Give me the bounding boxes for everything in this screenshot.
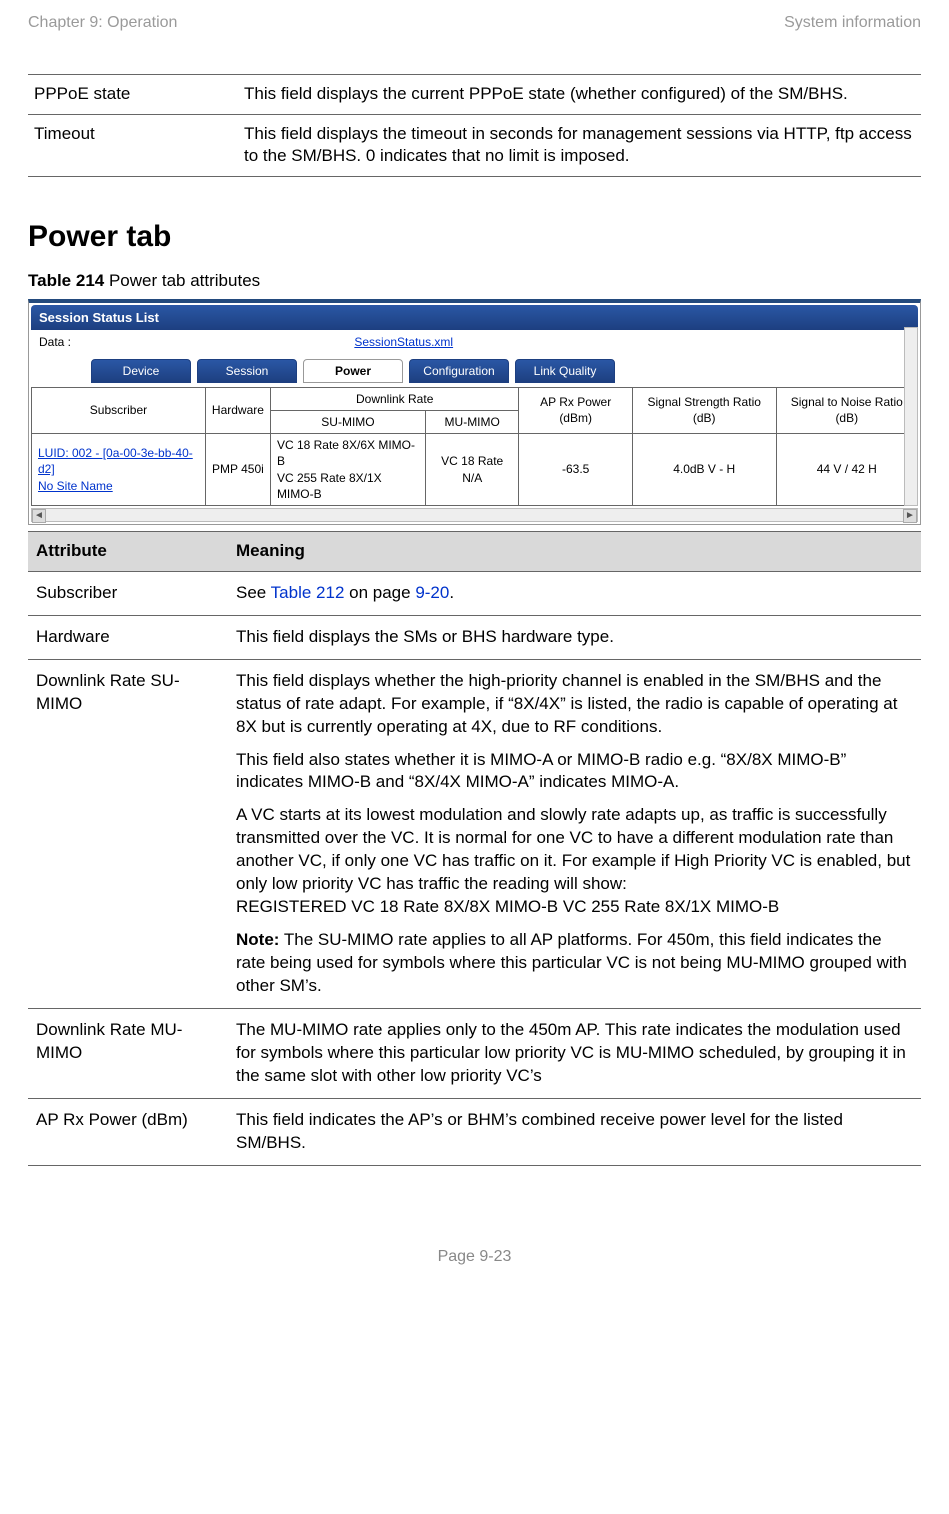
cell-ap-rx: -63.5 bbox=[519, 434, 632, 506]
attr-label: AP Rx Power (dBm) bbox=[28, 1098, 228, 1165]
paragraph: This field displays whether the high-pri… bbox=[236, 670, 913, 739]
scroll-right-icon[interactable]: ► bbox=[903, 509, 917, 523]
tab-device[interactable]: Device bbox=[91, 359, 191, 383]
attr-label: Subscriber bbox=[28, 571, 228, 615]
tab-configuration[interactable]: Configuration bbox=[409, 359, 509, 383]
table-row: Timeout This field displays the timeout … bbox=[28, 114, 921, 177]
tab-session[interactable]: Session bbox=[197, 359, 297, 383]
attr-meaning: The MU-MIMO rate applies only to the 450… bbox=[228, 1008, 921, 1098]
attr-header-row: Attribute Meaning bbox=[28, 531, 921, 571]
col-mu-mimo[interactable]: MU-MIMO bbox=[425, 410, 519, 433]
col-signal-strength[interactable]: Signal Strength Ratio (dB) bbox=[632, 387, 776, 433]
attr-meaning: This field displays the SMs or BHS hardw… bbox=[228, 615, 921, 659]
tab-power[interactable]: Power bbox=[303, 359, 403, 383]
attr-meaning: See Table 212 on page 9-20. bbox=[228, 571, 921, 615]
pppoe-timeout-table: PPPoE state This field displays the curr… bbox=[28, 74, 921, 178]
caption-text: Power tab attributes bbox=[104, 271, 260, 290]
page-footer: Page 9-23 bbox=[28, 1246, 921, 1268]
page-ref-link[interactable]: 9-20 bbox=[415, 583, 449, 602]
attr-meaning: This field displays the current PPPoE st… bbox=[238, 74, 921, 114]
caption-number: Table 214 bbox=[28, 271, 104, 290]
note-label: Note: bbox=[236, 930, 279, 949]
horizontal-scrollbar[interactable]: ◄ ► bbox=[31, 508, 918, 522]
cell-su-mimo: VC 18 Rate 8X/6X MIMO-B VC 255 Rate 8X/1… bbox=[270, 434, 425, 506]
header-right: System information bbox=[784, 12, 921, 34]
tab-link-quality[interactable]: Link Quality bbox=[515, 359, 615, 383]
table-row: Downlink Rate MU-MIMO The MU-MIMO rate a… bbox=[28, 1008, 921, 1098]
cell-mu-mimo: VC 18 Rate N/A bbox=[425, 434, 519, 506]
table-row: Downlink Rate SU-MIMO This field display… bbox=[28, 659, 921, 1008]
tab-bar: Device Session Power Configuration Link … bbox=[31, 355, 918, 387]
note-paragraph: Note: The SU-MIMO rate applies to all AP… bbox=[236, 929, 913, 998]
col-su-mimo[interactable]: SU-MIMO bbox=[270, 410, 425, 433]
table-row: AP Rx Power (dBm) This field indicates t… bbox=[28, 1098, 921, 1165]
page-header: Chapter 9: Operation System information bbox=[28, 12, 921, 74]
col-downlink-rate[interactable]: Downlink Rate bbox=[270, 387, 519, 410]
cell-sig-str: 4.0dB V - H bbox=[632, 434, 776, 506]
text: . bbox=[449, 583, 454, 602]
header-left: Chapter 9: Operation bbox=[28, 12, 177, 34]
cross-ref-link[interactable]: Table 212 bbox=[271, 583, 345, 602]
header-attribute: Attribute bbox=[28, 531, 228, 571]
col-hardware[interactable]: Hardware bbox=[205, 387, 270, 433]
panel-title: Session Status List bbox=[31, 305, 918, 331]
note-text: The SU-MIMO rate applies to all AP platf… bbox=[236, 930, 907, 995]
col-subscriber[interactable]: Subscriber bbox=[32, 387, 206, 433]
site-name-link[interactable]: No Site Name bbox=[38, 479, 113, 493]
scroll-left-icon[interactable]: ◄ bbox=[32, 509, 46, 523]
grid-header-row: Subscriber Hardware Downlink Rate AP Rx … bbox=[32, 387, 918, 410]
attr-meaning: This field displays the timeout in secon… bbox=[238, 114, 921, 177]
attr-label: Downlink Rate SU-MIMO bbox=[28, 659, 228, 1008]
col-snr[interactable]: Signal to Noise Ratio (dB) bbox=[776, 387, 917, 433]
grid-data-row: LUID: 002 - [0a-00-3e-bb-40-d2] No Site … bbox=[32, 434, 918, 506]
table-row: PPPoE state This field displays the curr… bbox=[28, 74, 921, 114]
text: See bbox=[236, 583, 271, 602]
power-data-grid: Subscriber Hardware Downlink Rate AP Rx … bbox=[31, 387, 918, 506]
cell-subscriber[interactable]: LUID: 002 - [0a-00-3e-bb-40-d2] No Site … bbox=[32, 434, 206, 506]
paragraph: A VC starts at its lowest modulation and… bbox=[236, 804, 913, 919]
data-link[interactable]: SessionStatus.xml bbox=[354, 335, 453, 349]
text: A VC starts at its lowest modulation and… bbox=[236, 805, 910, 893]
table-row: Hardware This field displays the SMs or … bbox=[28, 615, 921, 659]
cell-snr: 44 V / 42 H bbox=[776, 434, 917, 506]
table-row: Subscriber See Table 212 on page 9-20. bbox=[28, 571, 921, 615]
table-caption: Table 214 Power tab attributes bbox=[28, 270, 921, 293]
attr-label: Timeout bbox=[28, 114, 238, 177]
luid-link[interactable]: LUID: 002 - [0a-00-3e-bb-40-d2] bbox=[38, 446, 193, 476]
vertical-scrollbar[interactable] bbox=[904, 327, 918, 506]
attr-meaning: This field indicates the AP’s or BHM’s c… bbox=[228, 1098, 921, 1165]
attr-label: Downlink Rate MU-MIMO bbox=[28, 1008, 228, 1098]
text: on page bbox=[344, 583, 415, 602]
data-source-row: Data : SessionStatus.xml bbox=[31, 330, 918, 354]
section-title: Power tab bbox=[28, 217, 921, 258]
col-ap-rx-power[interactable]: AP Rx Power (dBm) bbox=[519, 387, 632, 433]
header-meaning: Meaning bbox=[228, 531, 921, 571]
attributes-table: Attribute Meaning Subscriber See Table 2… bbox=[28, 531, 921, 1166]
data-label: Data : bbox=[39, 335, 71, 349]
attr-label: PPPoE state bbox=[28, 74, 238, 114]
embedded-screenshot: Session Status List Data : SessionStatus… bbox=[28, 299, 921, 525]
paragraph: This field also states whether it is MIM… bbox=[236, 749, 913, 795]
text: REGISTERED VC 18 Rate 8X/8X MIMO-B VC 25… bbox=[236, 897, 779, 916]
attr-meaning: This field displays whether the high-pri… bbox=[228, 659, 921, 1008]
attr-label: Hardware bbox=[28, 615, 228, 659]
cell-hardware: PMP 450i bbox=[205, 434, 270, 506]
